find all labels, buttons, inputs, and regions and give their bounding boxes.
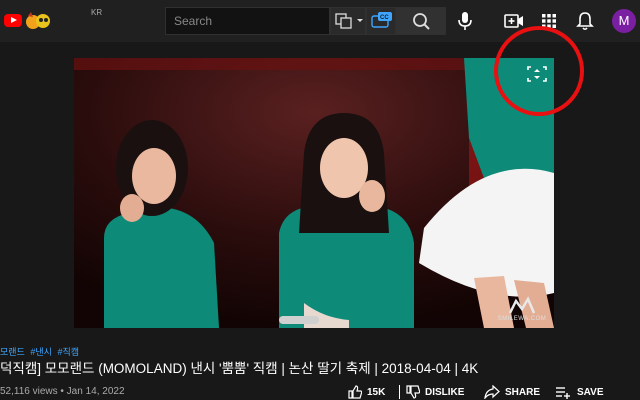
hashtag-link[interactable]: 모랜드 xyxy=(0,347,25,357)
highlight-circle-annotation xyxy=(494,26,584,116)
video-frame xyxy=(74,58,554,328)
youtube-play-icon xyxy=(4,14,22,27)
share-arrow-icon xyxy=(484,385,500,399)
watermark-text: SMILEWA.COM xyxy=(497,316,547,322)
search-box[interactable] xyxy=(165,7,330,35)
microphone-icon xyxy=(458,12,472,30)
youtube-logo[interactable] xyxy=(4,10,74,32)
like-count: 15K xyxy=(367,386,386,398)
dislike-label: DISLIKE xyxy=(425,386,465,398)
search-button[interactable] xyxy=(396,7,446,35)
like-button[interactable]: 15K xyxy=(348,385,385,399)
thumbs-down-icon xyxy=(406,385,420,399)
doodle-icon xyxy=(26,12,50,29)
avatar[interactable]: M xyxy=(612,9,636,33)
channel-watermark: SMILEWA.COM xyxy=(492,295,552,325)
voice-search-button[interactable] xyxy=(453,9,477,33)
playlist-add-icon xyxy=(556,387,570,399)
hashtag-link[interactable]: #낸시 xyxy=(30,347,52,357)
save-label: SAVE xyxy=(577,386,604,398)
notifications-button[interactable] xyxy=(573,9,597,33)
share-label: SHARE xyxy=(505,386,541,398)
translate-icon xyxy=(335,13,363,29)
dislike-button[interactable]: DISLIKE xyxy=(406,385,464,399)
video-player[interactable]: SMILEWA.COM xyxy=(74,58,554,328)
hashtag-link[interactable]: #직캠 xyxy=(57,347,79,357)
video-title: 덕직캠] 모모랜드 (MOMOLAND) 낸시 '뿜뿜' 직캠 | 논산 딸기 … xyxy=(0,361,479,376)
captions-extension-button[interactable]: CC xyxy=(366,7,396,35)
share-button[interactable]: SHARE xyxy=(484,385,540,399)
captions-icon: CC xyxy=(371,12,392,28)
view-count-date: 52,116 views • Jan 14, 2022 xyxy=(0,386,125,397)
thumbs-up-icon xyxy=(348,385,362,399)
search-icon xyxy=(413,13,430,30)
search-input[interactable] xyxy=(166,8,329,34)
like-dislike-divider xyxy=(399,385,400,399)
translate-extension-button[interactable] xyxy=(330,7,366,35)
watermark-logo-icon xyxy=(508,296,536,314)
save-button[interactable]: SAVE xyxy=(555,385,604,399)
country-code: KR xyxy=(91,8,103,17)
bell-icon xyxy=(576,12,594,31)
svg-text:CC: CC xyxy=(380,15,389,21)
